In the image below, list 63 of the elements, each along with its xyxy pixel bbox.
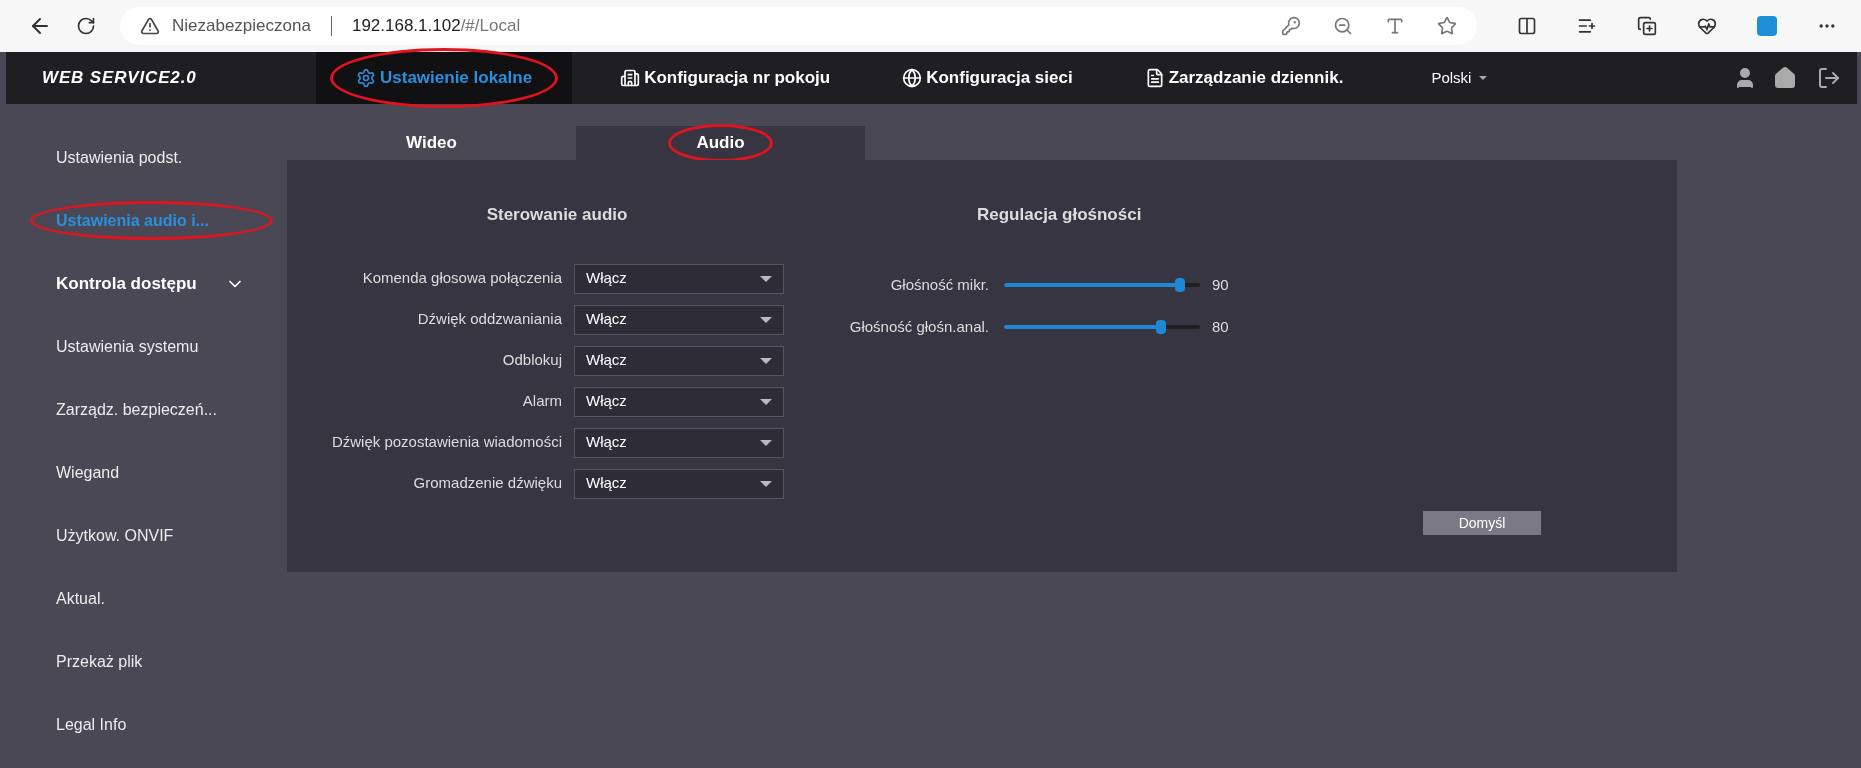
- reload-icon[interactable]: [76, 16, 96, 36]
- caret-icon: [760, 480, 772, 487]
- sidebar-item[interactable]: Aktual.: [6, 567, 287, 630]
- setting-label: Komenda głosowa połączenia: [361, 268, 562, 289]
- gear-icon: [356, 68, 376, 88]
- select-dropdown[interactable]: Włącz: [574, 263, 784, 294]
- setting-label: Alarm: [521, 391, 562, 412]
- star-icon[interactable]: [1437, 16, 1457, 36]
- sidebar-item[interactable]: Zarządz. bezpieczeń...: [6, 378, 287, 441]
- section-title: Sterowanie audio: [485, 204, 629, 226]
- select-dropdown[interactable]: Włącz: [574, 386, 784, 417]
- select-dropdown[interactable]: Włącz: [574, 304, 784, 335]
- address-bar[interactable]: Niezabezpieczona 192.168.1.102/#/Local: [120, 7, 1477, 45]
- health-icon[interactable]: [1697, 16, 1717, 36]
- home-icon[interactable]: [1773, 66, 1797, 90]
- tab[interactable]: Wideo: [287, 126, 576, 160]
- sidebar-item[interactable]: Kontrola dostępu: [6, 252, 287, 315]
- security-label: Niezabezpieczona: [172, 15, 311, 38]
- collections-icon[interactable]: [1637, 16, 1657, 36]
- nav-tab[interactable]: Zarządzanie dziennik.: [1120, 52, 1368, 104]
- nav-tab[interactable]: Konfiguracja sieci: [878, 52, 1097, 104]
- slider-value: 90: [1212, 274, 1229, 295]
- sidebar-item[interactable]: Przekaż plik: [6, 630, 287, 693]
- volume-slider[interactable]: [1004, 277, 1200, 292]
- read-aloud-icon[interactable]: [1385, 16, 1405, 36]
- slider-label: Głośność mikr.: [889, 274, 989, 295]
- slider-label: Głośność głośn.anal.: [848, 317, 989, 337]
- building-icon: [620, 68, 641, 88]
- sidebar-item[interactable]: Ustawienia podst.: [6, 126, 287, 189]
- setting-label: Gromadzenie dźwięku: [412, 473, 562, 494]
- select-dropdown[interactable]: Włącz: [574, 427, 784, 458]
- slider-value: 80: [1212, 317, 1229, 337]
- select-dropdown[interactable]: Włącz: [574, 345, 784, 376]
- caret-icon: [760, 357, 772, 364]
- default-button[interactable]: Domyśl: [1423, 511, 1541, 535]
- slider-thumb[interactable]: [1155, 320, 1166, 335]
- sidebar-item[interactable]: Legal Info: [6, 693, 287, 756]
- nav-tab[interactable]: Konfiguracja nr pokoju: [596, 52, 855, 104]
- logo: WEB SERVICE2.0: [41, 67, 198, 90]
- setting-label: Dźwięk pozostawienia wiadomości: [330, 432, 562, 453]
- sidebar-item[interactable]: Ustawienia systemu: [6, 315, 287, 378]
- logout-icon[interactable]: [1817, 66, 1841, 90]
- setting-label: Dźwięk oddzwaniania: [416, 309, 562, 330]
- url-text: 192.168.1.102/#/Local: [351, 15, 521, 38]
- warning-icon: [140, 16, 160, 36]
- key-icon[interactable]: [1281, 16, 1301, 36]
- setting-label: Odblokuj: [501, 350, 562, 371]
- tab[interactable]: Audio: [576, 126, 865, 160]
- caret-icon: [760, 398, 772, 405]
- caret-icon: [760, 275, 772, 282]
- zoom-out-icon[interactable]: [1333, 16, 1353, 36]
- favorites-icon[interactable]: [1577, 16, 1597, 36]
- caret-icon: [760, 439, 772, 446]
- slider-thumb[interactable]: [1175, 277, 1186, 292]
- sidebar-item[interactable]: Użytkow. ONVIF: [6, 504, 287, 567]
- select-dropdown[interactable]: Włącz: [574, 468, 784, 499]
- sidebar-item[interactable]: Wiegand: [6, 441, 287, 504]
- volume-slider[interactable]: [1004, 320, 1200, 335]
- globe-icon: [902, 68, 923, 88]
- caret-icon: [760, 316, 772, 323]
- split-screen-icon[interactable]: [1517, 16, 1537, 36]
- language-dropdown[interactable]: Polski: [1431, 66, 1488, 90]
- section-title: Regulacja głośności: [977, 204, 1143, 226]
